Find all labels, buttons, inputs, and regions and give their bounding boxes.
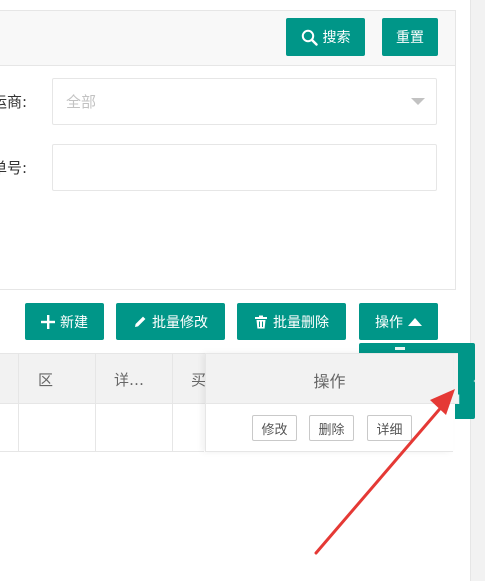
reset-button[interactable]: 重置 — [382, 18, 438, 56]
actions-dropdown-button[interactable]: 操作 — [359, 303, 438, 340]
batch-edit-button-label: 批量修改 — [152, 314, 208, 331]
page-edge-stripe — [470, 0, 485, 581]
search-button[interactable]: 搜索 — [286, 18, 365, 56]
column-header-district[interactable]: 区 — [38, 369, 53, 390]
batch-edit-button[interactable]: 批量修改 — [116, 303, 225, 340]
batch-delete-button-label: 批量删除 — [273, 314, 329, 331]
fixed-actions-column: 操作 修改 删除 详细 — [205, 353, 453, 452]
detail-row-button[interactable]: 详细 — [367, 415, 412, 441]
table-row-divider — [0, 451, 204, 452]
page-edge-line — [470, 0, 471, 581]
actions-dropdown-item-edge[interactable]: l — [455, 381, 475, 419]
batch-delete-button[interactable]: 批量删除 — [237, 303, 346, 340]
fixed-actions-header: 操作 — [206, 353, 453, 404]
column-header-details[interactable]: 详… — [114, 369, 144, 390]
plus-icon — [41, 314, 55, 329]
new-button-label: 新建 — [60, 314, 88, 331]
new-button[interactable]: 新建 — [25, 303, 104, 340]
carrier-label: 运商: — [0, 93, 28, 111]
search-icon — [301, 29, 318, 46]
carrier-select-value: 全部 — [66, 93, 97, 111]
column-divider — [95, 353, 96, 451]
order-number-input[interactable] — [52, 144, 437, 191]
chevron-down-icon — [411, 98, 425, 105]
caret-up-icon — [408, 317, 422, 326]
edit-row-button[interactable]: 修改 — [252, 415, 297, 441]
column-header-buyer[interactable]: 买 — [191, 369, 206, 390]
actions-dropdown-item-fragment — [395, 347, 405, 350]
carrier-select[interactable]: 全部 — [52, 78, 437, 125]
order-number-label: 单号: — [0, 159, 28, 177]
actions-column-header: 操作 — [313, 372, 346, 391]
search-button-label: 搜索 — [322, 30, 351, 46]
reset-button-label: 重置 — [396, 30, 424, 46]
trash-icon — [254, 315, 268, 329]
column-divider — [172, 353, 173, 451]
delete-row-button[interactable]: 删除 — [309, 415, 354, 441]
column-divider — [18, 353, 19, 451]
pencil-icon — [133, 315, 147, 329]
actions-button-label: 操作 — [375, 314, 403, 331]
